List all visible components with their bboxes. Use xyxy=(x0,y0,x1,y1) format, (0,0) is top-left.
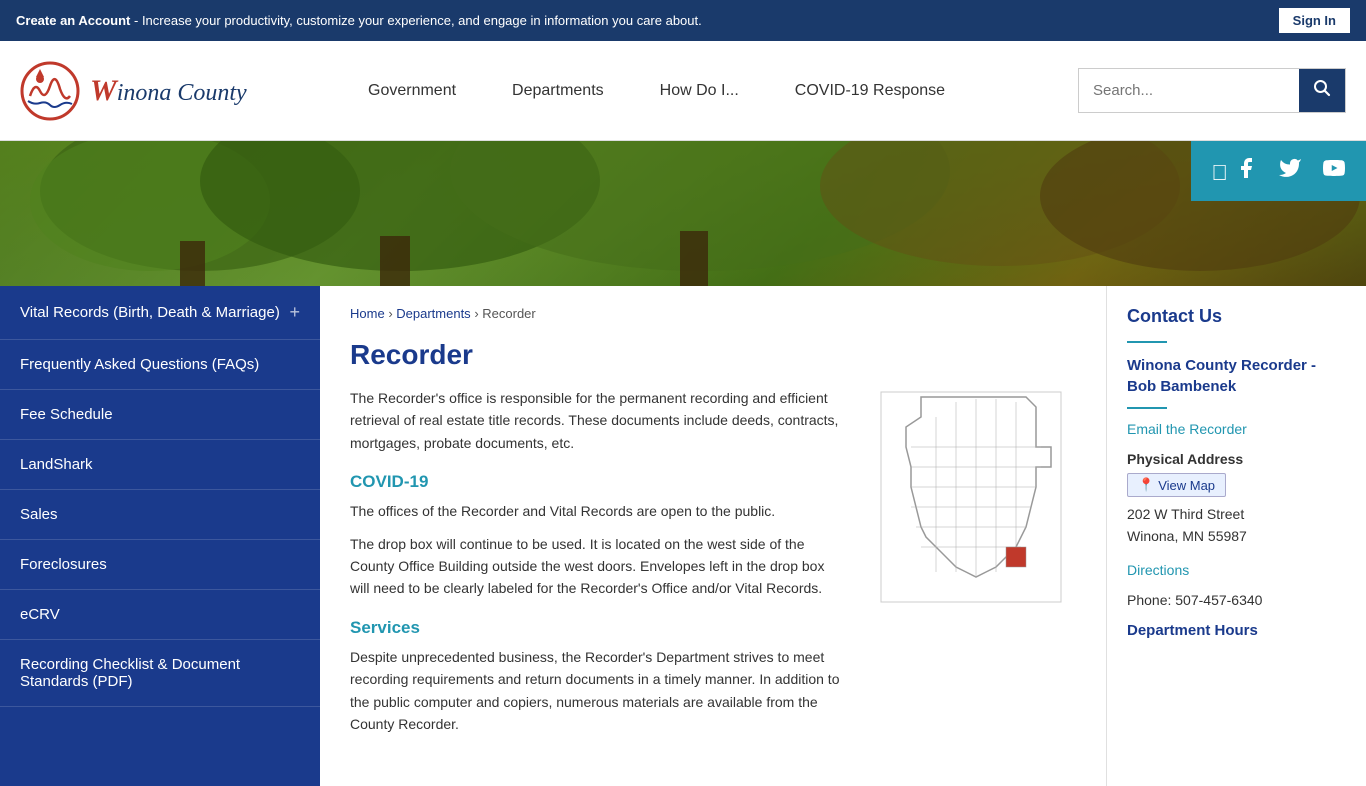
email-recorder-link[interactable]: Email the Recorder xyxy=(1127,421,1346,437)
hero-image:  xyxy=(0,141,1366,286)
facebook-icon[interactable]:  xyxy=(1211,156,1258,186)
youtube-icon[interactable] xyxy=(1322,156,1346,186)
sidebar-item-faq[interactable]: Frequently Asked Questions (FAQs) xyxy=(0,340,320,390)
create-account-link[interactable]: Create an Account xyxy=(16,13,130,28)
main-layout: Vital Records (Birth, Death & Marriage) … xyxy=(0,286,1366,786)
address-text: 202 W Third Street Winona, MN 55987 xyxy=(1127,503,1346,548)
mn-map xyxy=(876,387,1076,745)
intro-paragraph: The Recorder's office is responsible for… xyxy=(350,387,846,454)
main-nav: Government Departments How Do I... COVID… xyxy=(340,82,1078,100)
logo-area: Winona County xyxy=(20,61,300,121)
department-hours-title: Department Hours xyxy=(1127,622,1346,639)
twitter-icon[interactable] xyxy=(1278,156,1302,186)
content-columns: The Recorder's office is responsible for… xyxy=(350,387,1076,745)
name-divider xyxy=(1127,407,1167,409)
search-icon xyxy=(1313,79,1331,97)
banner-text: Create an Account - Increase your produc… xyxy=(16,13,702,28)
view-map-button[interactable]: 📍 View Map xyxy=(1127,473,1226,497)
contact-us-title: Contact Us xyxy=(1127,306,1346,327)
sidebar-item-fee-schedule[interactable]: Fee Schedule xyxy=(0,390,320,440)
map-pin-icon: 📍 xyxy=(1138,477,1154,493)
covid19-title: COVID-19 xyxy=(350,472,846,492)
sidebar-item-recording-checklist[interactable]: Recording Checklist & Document Standards… xyxy=(0,640,320,707)
logo-text: Winona County xyxy=(90,74,247,108)
sidebar-item-sales[interactable]: Sales xyxy=(0,490,320,540)
nav-item-how-do-i[interactable]: How Do I... xyxy=(632,82,767,100)
content-text: The Recorder's office is responsible for… xyxy=(350,387,846,745)
content-area: Home › Departments › Recorder Recorder T… xyxy=(320,286,1106,786)
search-button[interactable] xyxy=(1299,69,1345,112)
contact-divider xyxy=(1127,341,1167,343)
address-line2: Winona, MN 55987 xyxy=(1127,528,1247,544)
contact-name: Winona County Recorder - Bob Bambenek xyxy=(1127,355,1346,397)
search-input[interactable] xyxy=(1079,74,1299,107)
sidebar-item-landshark[interactable]: LandShark xyxy=(0,440,320,490)
breadcrumb: Home › Departments › Recorder xyxy=(350,306,1076,321)
breadcrumb-home[interactable]: Home xyxy=(350,306,385,321)
breadcrumb-current: Recorder xyxy=(482,306,535,321)
services-title: Services xyxy=(350,618,846,638)
sidebar: Vital Records (Birth, Death & Marriage) … xyxy=(0,286,320,786)
covid19-text1: The offices of the Recorder and Vital Re… xyxy=(350,500,846,522)
banner-description: - Increase your productivity, customize … xyxy=(130,13,701,28)
page-title: Recorder xyxy=(350,339,1076,371)
logo-icon xyxy=(20,61,80,121)
sidebar-item-foreclosures[interactable]: Foreclosures xyxy=(0,540,320,590)
breadcrumb-departments[interactable]: Departments xyxy=(396,306,470,321)
nav-item-departments[interactable]: Departments xyxy=(484,82,632,100)
plus-icon: + xyxy=(289,302,300,323)
covid19-text2: The drop box will continue to be used. I… xyxy=(350,533,846,600)
hero-trees xyxy=(0,141,1366,286)
directions-link[interactable]: Directions xyxy=(1127,562,1346,578)
top-banner: Create an Account - Increase your produc… xyxy=(0,0,1366,41)
sidebar-item-vital-records[interactable]: Vital Records (Birth, Death & Marriage) … xyxy=(0,286,320,340)
sign-in-button[interactable]: Sign In xyxy=(1279,8,1350,33)
address-line1: 202 W Third Street xyxy=(1127,506,1244,522)
nav-item-covid[interactable]: COVID-19 Response xyxy=(767,82,973,100)
minnesota-map-svg xyxy=(876,387,1066,607)
social-bar:  xyxy=(1191,141,1366,201)
header: Winona County Government Departments How… xyxy=(0,41,1366,141)
nav-item-government[interactable]: Government xyxy=(340,82,484,100)
services-text: Despite unprecedented business, the Reco… xyxy=(350,646,846,736)
search-area xyxy=(1078,68,1346,113)
physical-address-label: Physical Address xyxy=(1127,451,1346,467)
sidebar-item-ecrv[interactable]: eCRV xyxy=(0,590,320,640)
right-sidebar: Contact Us Winona County Recorder - Bob … xyxy=(1106,286,1366,786)
phone-text: Phone: 507-457-6340 xyxy=(1127,592,1346,608)
